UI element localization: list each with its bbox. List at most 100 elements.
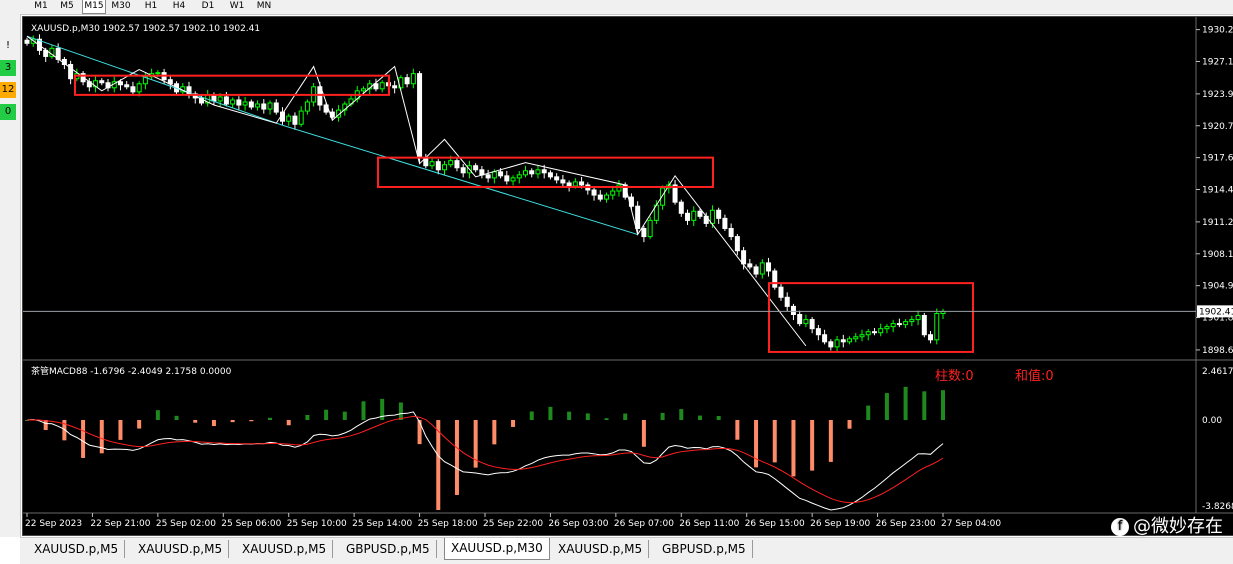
macd-histogram-bar (847, 420, 852, 429)
price-tick-label: 1923.90 (1202, 90, 1233, 100)
candle-body (865, 331, 871, 336)
timeframe-button-m1[interactable]: M1 (30, 0, 52, 13)
macd-histogram-bar (679, 409, 684, 420)
macd-histogram-bar (361, 401, 366, 420)
timeframe-button-m15[interactable]: M15 (82, 0, 106, 14)
time-tick-label: 26 Sep 07:00 (614, 519, 674, 529)
candle-body (217, 96, 223, 102)
price-tick-label: 1914.45 (1202, 186, 1233, 196)
macd-histogram-bar (772, 420, 777, 463)
candle-body (560, 179, 566, 184)
candle-body (691, 210, 697, 221)
candle-body (871, 331, 877, 334)
price-tick-label: 1904.95 (1202, 282, 1233, 292)
candle-body (853, 336, 859, 340)
candle-body (298, 110, 304, 125)
chart-tab[interactable]: GBPUSD.p,M5 (656, 540, 753, 558)
timeframe-button-h1[interactable]: H1 (140, 0, 162, 13)
candle-body (516, 174, 522, 179)
macd-histogram-bar (903, 386, 908, 420)
chart-tab[interactable]: XAUUSD.p,M5 (236, 540, 334, 558)
macd-histogram-bar (305, 414, 310, 420)
macd-tick-label: 2.4617 (1202, 367, 1233, 377)
candle-body (273, 102, 279, 113)
macd-histogram-bar (211, 420, 216, 427)
main-plot-area[interactable] (23, 17, 1233, 514)
candle-body (797, 313, 803, 325)
macd-histogram-bar (641, 420, 646, 447)
timeframe-button-m30[interactable]: M30 (110, 0, 132, 13)
candle-body (647, 219, 653, 238)
macd-histogram-bar (529, 411, 534, 420)
price-tick-label: 1927.10 (1202, 57, 1233, 67)
macd-histogram-bar (286, 420, 291, 426)
candle-body (441, 164, 447, 171)
timeframe-button-d1[interactable]: D1 (197, 0, 219, 13)
time-tick-label: 26 Sep 23:00 (876, 519, 936, 529)
macd-histogram-bar (174, 415, 179, 420)
watermark: f @微妙存在 (1111, 512, 1223, 538)
macd-histogram-bar (810, 420, 815, 471)
candle-body (130, 86, 136, 93)
left-sidebar-indicator[interactable]: 0 (0, 104, 16, 120)
candle-body (890, 323, 896, 328)
chart-tab[interactable]: XAUUSD.p,M5 (132, 540, 230, 558)
timeframe-button-h4[interactable]: H4 (168, 0, 190, 13)
macd-histogram-bar (454, 420, 459, 495)
candle-body (728, 227, 734, 238)
candle-body (99, 80, 105, 84)
candle-body (635, 205, 641, 229)
macd-histogram-bar (268, 417, 273, 420)
chart-tab[interactable]: XAUUSD.p,M5 (552, 540, 650, 558)
time-tick-label: 25 Sep 22:00 (483, 519, 543, 529)
chart-tab[interactable]: XAUUSD.p,M30 (444, 538, 550, 560)
macd-histogram-bar (828, 420, 833, 462)
macd-tick-label: -3.8268 (1202, 502, 1233, 512)
candle-body (928, 334, 934, 341)
time-tick-label: 22 Sep 2023 (25, 519, 82, 529)
timeframe-button-w1[interactable]: W1 (226, 0, 248, 13)
price-tick-label: 1898.60 (1202, 346, 1233, 356)
weibo-logo-icon: f (1111, 518, 1129, 536)
candle-body (604, 194, 610, 200)
left-sidebar-indicator[interactable]: 12 (0, 82, 16, 98)
macd-layer (25, 386, 945, 511)
candle-body (479, 169, 485, 176)
candle-body (597, 194, 603, 200)
timeframe-button-m5[interactable]: M5 (56, 0, 78, 13)
candle-body (878, 328, 884, 334)
timeframe-button-mn[interactable]: MN (253, 0, 275, 13)
left-sidebar-indicator[interactable]: 3 (0, 60, 16, 76)
candle-body (896, 323, 902, 326)
candle-body (473, 165, 479, 171)
candle-body (535, 169, 541, 175)
candle-body (491, 171, 497, 179)
macd-histogram-bar (492, 420, 497, 445)
candle-body (784, 296, 790, 307)
time-tick-label: 25 Sep 14:00 (352, 519, 412, 529)
timeframe-toolbar: M1 M5 M15 M30 H1 H4 D1 W1 MN (0, 0, 1233, 15)
price-tick-label: 1911.25 (1202, 218, 1233, 228)
chart-tabs-bar: XAUUSD.p,M5 XAUUSD.p,M5 XAUUSD.p,M5 GBPUSD.… (20, 537, 1233, 564)
candle-body (429, 161, 435, 167)
candle-body (117, 81, 123, 86)
candle-body (392, 85, 398, 89)
candle-body (579, 181, 585, 186)
candle-body (248, 101, 254, 108)
candle-body (884, 326, 890, 330)
candle-body (236, 99, 242, 106)
candle-body (641, 227, 647, 238)
chart-tab[interactable]: GBPUSD.p,M5 (340, 540, 437, 558)
left-sidebar-indicator[interactable]: ! (0, 38, 16, 54)
candle-body (741, 250, 747, 265)
chart-tab[interactable]: XAUUSD.p,M5 (28, 540, 126, 558)
price-tick-label: 1908.10 (1202, 250, 1233, 260)
macd-histogram-bar (623, 413, 628, 420)
candle-body (448, 160, 454, 166)
left-sidebar: ! 3 12 0 (0, 14, 21, 537)
candle-body (753, 266, 759, 275)
candle-body (554, 176, 560, 181)
candle-body (223, 96, 229, 105)
macd-histogram-bar (398, 402, 403, 420)
chart-window[interactable]: 1930.25 1927.10 1923.90 1920.75 1917.60 1914.… (22, 16, 1233, 536)
